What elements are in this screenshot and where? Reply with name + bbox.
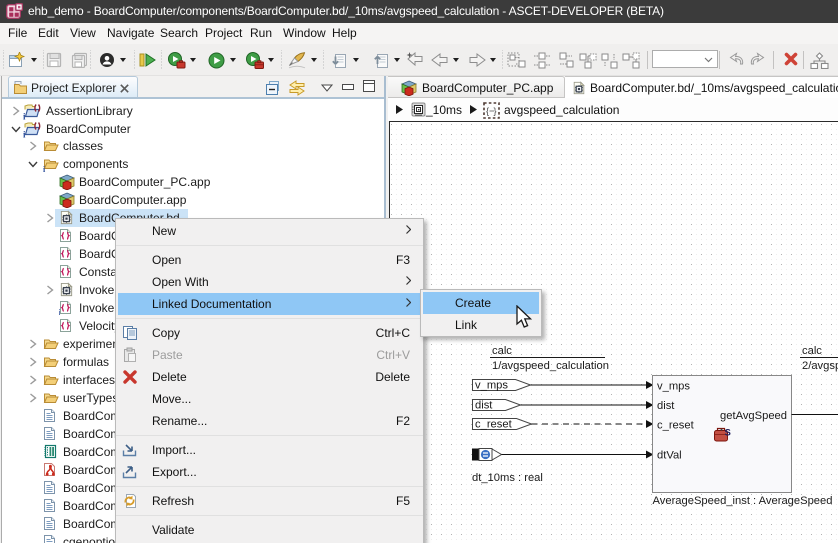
svg-text:calc: calc [802, 345, 822, 357]
svg-text:dist: dist [475, 400, 493, 412]
svg-text:{: { [486, 106, 489, 116]
svg-text:calc: calc [492, 345, 512, 357]
svg-text:dist: dist [657, 400, 675, 412]
svg-text:c_reset: c_reset [475, 419, 513, 431]
svg-text:dt_10ms : real: dt_10ms : real [472, 472, 543, 484]
svg-text:getAvgSpeed: getAvgSpeed [720, 410, 787, 422]
svg-text:dtVal: dtVal [657, 450, 682, 462]
svg-text:v_mps: v_mps [657, 381, 690, 393]
svg-text:v_mps: v_mps [475, 380, 508, 392]
svg-text:S: S [725, 428, 731, 439]
svg-text:1/avgspeed_calculation: 1/avgspeed_calculation [492, 360, 609, 372]
svg-text:2/avgspeed_c: 2/avgspeed_c [802, 360, 838, 372]
svg-text:c_reset: c_reset [657, 420, 695, 432]
svg-text:AverageSpeed_inst : AverageSpe: AverageSpeed_inst : AverageSpeed [653, 495, 833, 507]
